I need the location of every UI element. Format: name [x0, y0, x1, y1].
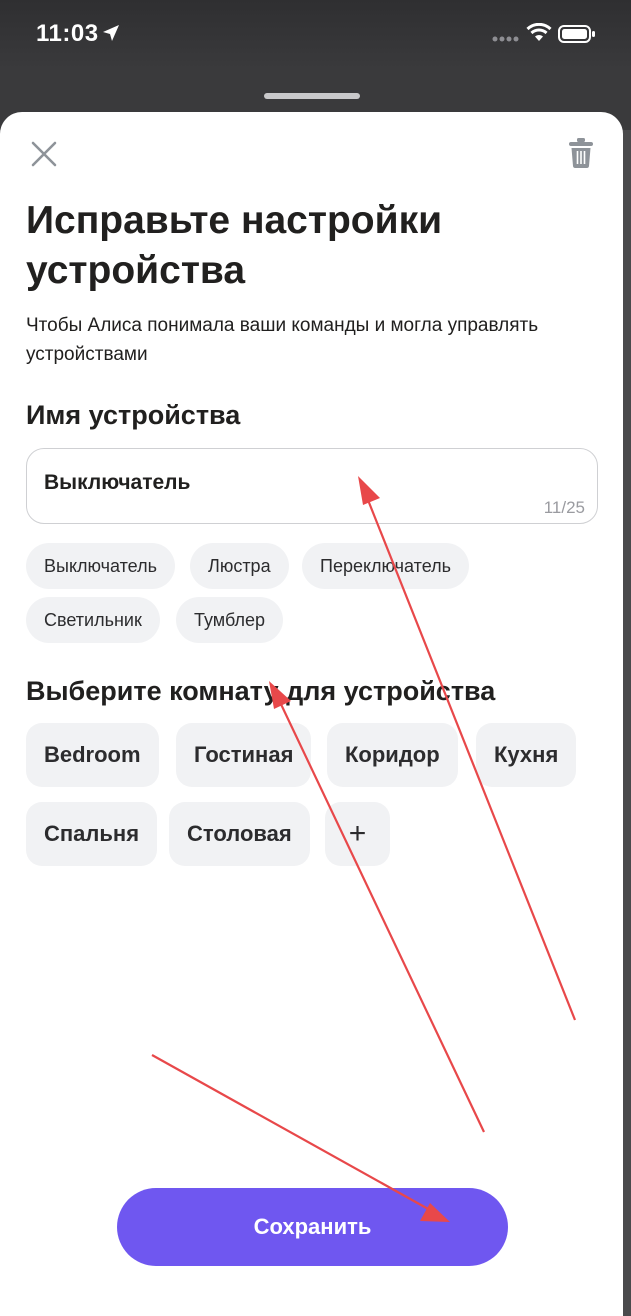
room-option[interactable]: Гостиная — [176, 723, 312, 787]
add-room-button[interactable]: + — [325, 802, 390, 866]
room-option[interactable]: Bedroom — [26, 723, 159, 787]
room-option[interactable]: Коридор — [327, 723, 458, 787]
name-suggestion-chip[interactable]: Люстра — [190, 543, 289, 589]
wifi-icon — [526, 23, 552, 41]
save-button[interactable]: Сохранить — [117, 1188, 508, 1266]
close-icon[interactable] — [30, 140, 58, 168]
sheet-grabber[interactable] — [264, 93, 360, 99]
location-arrow-icon — [103, 25, 119, 41]
room-option[interactable]: Кухня — [476, 723, 577, 787]
room-section-label: Выберите комнату для устройства — [26, 676, 496, 706]
name-suggestion-chip[interactable]: Светильник — [26, 597, 160, 643]
room-option[interactable]: Столовая — [169, 802, 310, 866]
signal-icon — [492, 36, 519, 42]
device-name-label: Имя устройства — [26, 400, 241, 430]
name-suggestion-chip[interactable]: Выключатель — [26, 543, 175, 589]
name-suggestion-chip[interactable]: Переключатель — [302, 543, 469, 589]
device-name-input[interactable] — [44, 471, 464, 495]
trash-icon[interactable] — [568, 137, 594, 169]
room-option[interactable]: Спальня — [26, 802, 158, 866]
page-title: Исправьте настройки устройства — [26, 199, 443, 292]
battery-icon — [558, 25, 595, 43]
page-subtitle: Чтобы Алиса понимала ваши команды и могл… — [26, 315, 539, 365]
status-bar: 11:03 — [0, 0, 631, 70]
name-suggestion-chip[interactable]: Тумблер — [176, 597, 283, 643]
status-time: 11:03 — [36, 20, 99, 47]
device-name-field[interactable]: 11/25 — [26, 448, 598, 524]
char-counter: 11/25 — [543, 498, 585, 517]
